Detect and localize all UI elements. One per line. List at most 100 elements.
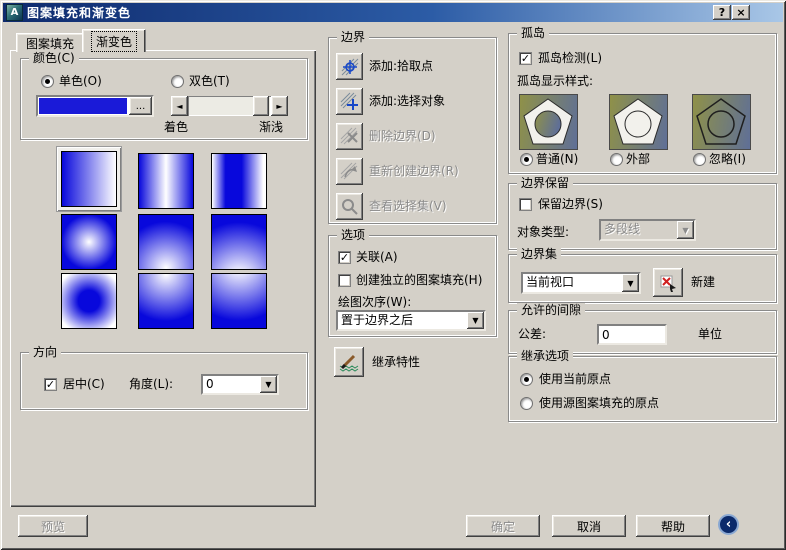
view-selections-button xyxy=(336,193,363,220)
tolerance-input[interactable] xyxy=(597,324,667,345)
autocad-app-icon: A xyxy=(6,4,23,21)
centered-checkbox[interactable]: ✓ xyxy=(44,378,57,391)
island-normal-label[interactable]: 普通(N) xyxy=(536,152,578,166)
associative-checkbox[interactable]: ✓ xyxy=(338,251,351,264)
gradient-tile-spherical[interactable] xyxy=(61,214,117,270)
tab-gradient[interactable]: 渐变色 xyxy=(82,29,146,52)
island-style-outer-image[interactable] xyxy=(609,94,668,150)
help-button[interactable]: 帮助 xyxy=(636,515,710,537)
one-color-radio[interactable] xyxy=(41,75,54,88)
remove-boundaries-icon xyxy=(340,127,358,145)
use-source-origin-label[interactable]: 使用源图案填充的原点 xyxy=(539,396,659,410)
associative-label[interactable]: 关联(A) xyxy=(356,250,398,264)
one-color-label[interactable]: 单色(O) xyxy=(59,74,102,88)
island-style-label: 孤岛显示样式: xyxy=(517,74,594,88)
island-outer-radio[interactable] xyxy=(610,153,623,166)
two-color-label[interactable]: 双色(T) xyxy=(189,74,230,88)
use-current-origin-label[interactable]: 使用当前原点 xyxy=(539,372,611,386)
gap-tolerance-group: 允许的间隙 公差: 单位 xyxy=(508,303,777,354)
draw-order-dropdown[interactable]: 置于边界之后 ▼ xyxy=(336,310,486,331)
slider-right-arrow-icon[interactable]: ► xyxy=(271,96,288,116)
use-current-origin-radio[interactable] xyxy=(520,373,533,386)
gradient-tile-inverted-hemispherical[interactable] xyxy=(138,273,194,329)
island-detection-label[interactable]: 孤岛检测(L) xyxy=(538,51,602,65)
inherit-properties-label[interactable]: 继承特性 xyxy=(372,355,420,369)
island-style-ignore-image[interactable] xyxy=(692,94,751,150)
boundary-retention-group: 边界保留 保留边界(S) 对象类型: 多段线 ▼ xyxy=(508,176,777,250)
island-style-normal-image[interactable] xyxy=(519,94,578,150)
new-boundary-set-button[interactable] xyxy=(653,268,683,297)
island-outer-label[interactable]: 外部 xyxy=(626,152,650,166)
ok-button: 确定 xyxy=(466,515,540,537)
selected-gradient-frame xyxy=(57,147,121,211)
chevron-down-icon: ▼ xyxy=(677,221,694,239)
gradient-tile-inverted-cylinder[interactable] xyxy=(211,153,267,209)
boundary-set-title: 边界集 xyxy=(517,247,562,261)
help-titlebar-button[interactable]: ? xyxy=(713,5,731,20)
chevron-left-icon: ‹ xyxy=(725,517,732,532)
islands-group: 孤岛 ✓ 孤岛检测(L) 孤岛显示样式: 普通(N) 外部 忽略(I) xyxy=(508,26,777,174)
gradient-tile-inverted-spherical[interactable] xyxy=(61,273,117,329)
retain-boundaries-label[interactable]: 保留边界(S) xyxy=(538,197,603,211)
island-ignore-radio[interactable] xyxy=(693,153,706,166)
island-ignore-label[interactable]: 忽略(I) xyxy=(709,152,746,166)
add-select-objects-button[interactable] xyxy=(336,88,363,115)
add-pick-points-button[interactable] xyxy=(336,53,363,80)
remove-boundaries-label: 删除边界(D) xyxy=(369,129,436,143)
hatch-gradient-dialog: A 图案填充和渐变色 ? × 图案填充 渐变色 颜色(C) 单色(O) 双色(T… xyxy=(0,0,786,550)
chevron-down-icon[interactable]: ▼ xyxy=(467,312,484,329)
close-icon[interactable]: × xyxy=(732,5,750,20)
boundary-set-group: 边界集 当前视口 ▼ 新建 xyxy=(508,247,777,303)
independent-hatch-label[interactable]: 创建独立的图案填充(H) xyxy=(356,273,482,287)
tab-hatch[interactable]: 图案填充 xyxy=(16,33,84,52)
direction-group: 方向 ✓ 居中(C) 角度(L): 0 ▼ xyxy=(20,345,308,410)
tint-label: 渐浅 xyxy=(259,120,284,134)
color-swatch-field: ... xyxy=(36,95,154,117)
boundary-set-dropdown[interactable]: 当前视口 ▼ xyxy=(521,272,641,294)
gradient-tile-inverted-curved[interactable] xyxy=(211,273,267,329)
boundaries-group: 边界 添加:拾取点 添加:选择对象 删除边界(D) 重新创建边界(R) 查看选择… xyxy=(328,30,497,224)
gradient-tile-curved[interactable] xyxy=(211,214,267,270)
draw-order-label: 绘图次序(W): xyxy=(338,295,412,309)
view-selections-icon xyxy=(342,199,358,215)
options-group: 选项 ✓ 关联(A) 创建独立的图案填充(H) 绘图次序(W): 置于边界之后 … xyxy=(328,228,497,337)
color-browse-button[interactable]: ... xyxy=(129,97,152,115)
object-type-dropdown: 多段线 ▼ xyxy=(599,219,696,241)
recreate-boundary-icon xyxy=(340,162,358,180)
recreate-boundary-button xyxy=(336,158,363,185)
cancel-button[interactable]: 取消 xyxy=(552,515,626,537)
island-normal-radio[interactable] xyxy=(520,153,533,166)
tolerance-label: 公差: xyxy=(518,327,547,341)
color-group: 颜色(C) 单色(O) 双色(T) ... ◄ ► 着色 渐浅 xyxy=(20,51,308,140)
slider-thumb[interactable] xyxy=(253,96,269,116)
two-color-radio[interactable] xyxy=(171,75,184,88)
collapse-dialog-button[interactable]: ‹ xyxy=(718,514,739,535)
object-type-label: 对象类型: xyxy=(517,225,570,239)
gradient-tile-cylinder[interactable] xyxy=(138,153,194,209)
gradient-tile-hemispherical[interactable] xyxy=(138,214,194,270)
inherit-properties-icon xyxy=(339,354,359,372)
chevron-down-icon[interactable]: ▼ xyxy=(622,274,639,292)
add-pick-points-label[interactable]: 添加:拾取点 xyxy=(369,59,433,73)
angle-dropdown[interactable]: 0 ▼ xyxy=(201,374,279,395)
new-boundary-set-label: 新建 xyxy=(691,275,716,289)
color-swatch xyxy=(39,98,127,114)
add-select-objects-label[interactable]: 添加:选择对象 xyxy=(369,94,445,108)
gradient-tile-linear[interactable] xyxy=(61,151,117,207)
window-title: 图案填充和渐变色 xyxy=(27,6,132,20)
chevron-down-icon[interactable]: ▼ xyxy=(260,376,277,393)
inherit-options-title: 继承选项 xyxy=(517,349,574,363)
independent-hatch-checkbox[interactable] xyxy=(338,274,351,287)
inherit-properties-button[interactable] xyxy=(334,347,364,377)
use-source-origin-radio[interactable] xyxy=(520,397,533,410)
boundaries-group-title: 边界 xyxy=(337,30,370,44)
inherit-options-group: 继承选项 使用当前原点 使用源图案填充的原点 xyxy=(508,349,777,422)
remove-boundaries-button xyxy=(336,123,363,150)
island-detection-checkbox[interactable]: ✓ xyxy=(519,52,532,65)
units-label: 单位 xyxy=(698,327,723,341)
retain-boundaries-checkbox[interactable] xyxy=(519,198,532,211)
titlebar[interactable]: A 图案填充和渐变色 xyxy=(3,3,783,22)
slider-left-arrow-icon[interactable]: ◄ xyxy=(171,96,188,116)
angle-label: 角度(L): xyxy=(129,377,174,391)
centered-label[interactable]: 居中(C) xyxy=(63,377,105,391)
